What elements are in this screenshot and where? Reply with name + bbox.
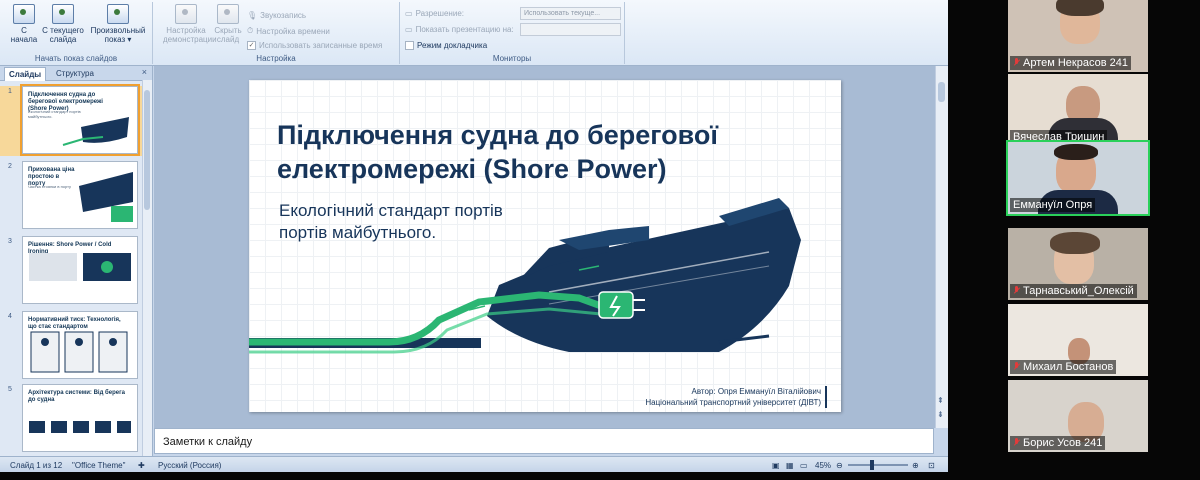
- resolution-select[interactable]: Использовать текуще...: [520, 7, 621, 20]
- setup-group-label: Настройка: [256, 54, 296, 63]
- monitor-icon: ▭: [405, 25, 413, 34]
- ribbon: С начала С текущего слайда Произвольный …: [0, 0, 948, 66]
- slide-thumbnail-5[interactable]: 5 Архітектура системи: Від берега до суд…: [0, 384, 142, 454]
- start-slideshow-group: С начала С текущего слайда Произвольный …: [0, 2, 153, 64]
- slide-sorter-icon[interactable]: ▦: [786, 461, 794, 470]
- participant-name: Артем Некрасов 241: [1010, 56, 1131, 70]
- monitors-group: ▭ Разрешение: Использовать текуще... ▭ Пок…: [400, 2, 625, 64]
- hide-slide-button[interactable]: Скрыть слайд: [211, 4, 245, 44]
- participant-tile-2[interactable]: Вячеслав Тришин: [1008, 74, 1148, 146]
- theme-name: "Office Theme": [72, 461, 126, 470]
- setup-icon: [175, 4, 197, 24]
- ship-thumb-graphic: [79, 172, 133, 222]
- slide-editor: Підключення судна до берегової електроме…: [154, 66, 948, 428]
- presenter-view-checkbox[interactable]: Режим докладчика: [405, 41, 487, 50]
- monitor-icon: ▭: [405, 9, 413, 18]
- thumbnails-scrollbar[interactable]: [142, 80, 152, 456]
- participant-tile-4[interactable]: Тарнавський_Олексій: [1008, 228, 1148, 300]
- ship-illustration: [249, 198, 801, 354]
- language-label[interactable]: Русский (Россия): [158, 461, 221, 470]
- zoom-level[interactable]: 45%: [815, 461, 831, 470]
- participant-name: Михаил Бостанов: [1010, 360, 1117, 374]
- from-start-button[interactable]: С начала: [8, 4, 40, 44]
- participant-tile-6[interactable]: Борис Усов 241: [1008, 380, 1148, 452]
- muted-mic-icon: [1013, 362, 1020, 371]
- spellcheck-icon[interactable]: ✚: [138, 461, 145, 470]
- hide-slide-icon: [217, 4, 239, 24]
- setup-group: Настройка демонстрации Скрыть слайд 🎙 Зву…: [153, 2, 400, 64]
- ship-thumb-graphic: [62, 117, 129, 146]
- thumbnail-image: Підключення судна до берегової електроме…: [20, 84, 140, 156]
- current-slide[interactable]: Підключення судна до берегової електроме…: [249, 80, 841, 412]
- custom-show-button[interactable]: Произвольный показ ▾: [88, 4, 148, 44]
- tab-slides[interactable]: Слайды: [4, 67, 47, 81]
- show-on-select[interactable]: [520, 23, 621, 36]
- custom-show-icon: [107, 4, 129, 24]
- close-icon[interactable]: ×: [142, 67, 147, 77]
- checkbox-icon: [405, 41, 414, 50]
- tab-outline[interactable]: Структура: [52, 67, 98, 80]
- rehearse-timings-option[interactable]: ⏱ Настройка времени: [247, 26, 330, 36]
- participant-hair: [1054, 144, 1098, 160]
- scrollbar-thumb[interactable]: [144, 90, 150, 210]
- use-timings-checkbox[interactable]: ✓ Использовать записанные время: [247, 41, 382, 50]
- thumbnail-image: Архітектура системи: Від берега до судна: [22, 384, 138, 452]
- projector-icon: [52, 4, 74, 24]
- participant-name: Тарнавський_Олексій: [1010, 284, 1137, 298]
- participant-hair: [1056, 0, 1104, 16]
- pane-tabs: Слайды Структура ×: [0, 66, 152, 81]
- participant-tile-3[interactable]: Еммануїл Опря: [1006, 140, 1150, 216]
- setup-show-button[interactable]: Настройка демонстрации: [163, 4, 217, 44]
- thumbnail-image: Рішення: Shore Power / Cold Ironing: [22, 236, 138, 304]
- resolution-label: ▭ Разрешение:: [405, 9, 464, 18]
- slide-thumbnail-1[interactable]: 1 Підключення судна до берегової електро…: [0, 84, 142, 156]
- checkbox-icon: ✓: [247, 41, 256, 50]
- zoom-slider[interactable]: [848, 460, 908, 470]
- show-on-label: ▭ Показать презентацию на:: [405, 25, 514, 34]
- notes-pane[interactable]: Заметки к слайду: [154, 428, 934, 454]
- muted-mic-icon: [1013, 58, 1020, 67]
- slides-pane: Слайды Структура × 1 Підключення судна д…: [0, 66, 153, 456]
- prev-slide-icon[interactable]: ⇞: [937, 396, 944, 405]
- fit-window-icon[interactable]: ⊡: [928, 461, 935, 470]
- zoom-out-icon[interactable]: ⊖: [836, 461, 843, 470]
- slide-scrollbar[interactable]: ⇞ ⇟: [935, 66, 948, 428]
- slide-counter: Слайд 1 из 12: [10, 461, 63, 470]
- participant-tile-1[interactable]: Артем Некрасов 241: [1008, 0, 1148, 72]
- participant-name: Еммануїл Опря: [1010, 198, 1096, 212]
- thumbnail-image: Нормативний тиск: Технологія, що стає ст…: [22, 311, 138, 379]
- slide-author-block: Автор: Опря Еммануїл Віталійович Націона…: [645, 386, 827, 408]
- slide-thumbnail-2[interactable]: 2 Прихована ціна простою в порту Частка …: [0, 161, 142, 231]
- next-slide-icon[interactable]: ⇟: [937, 410, 944, 419]
- zoom-in-icon[interactable]: ⊕: [912, 461, 919, 470]
- zoom-slider-thumb[interactable]: [870, 460, 874, 470]
- clock-icon: ⏱: [247, 26, 254, 35]
- columns-thumb-graphic: [30, 331, 128, 373]
- reading-view-icon[interactable]: ▭: [800, 461, 808, 470]
- powerpoint-window: С начала С текущего слайда Произвольный …: [0, 0, 948, 472]
- normal-view-icon[interactable]: ▣: [772, 461, 780, 470]
- comparison-thumb-graphic: [29, 253, 131, 281]
- participant-tile-5[interactable]: Михаил Бостанов: [1008, 304, 1148, 376]
- status-bar: Слайд 1 из 12 "Office Theme" ✚ Русский (…: [0, 456, 948, 472]
- thumbnail-image: Прихована ціна простою в порту Частка ст…: [22, 161, 138, 229]
- architecture-thumb-graphic: [29, 421, 131, 433]
- from-current-button[interactable]: С текущего слайда: [42, 4, 84, 44]
- scrollbar-thumb[interactable]: [938, 82, 945, 102]
- slide-thumbnail-3[interactable]: 3 Рішення: Shore Power / Cold Ironing: [0, 236, 142, 306]
- record-narration-option[interactable]: 🎙 Звукозапись: [247, 11, 306, 20]
- monitors-group-label: Мониторы: [492, 54, 532, 63]
- muted-mic-icon: [1013, 438, 1020, 447]
- slideshow-play-icon: [13, 4, 35, 24]
- participant-hair: [1050, 232, 1100, 254]
- microphone-icon: 🎙: [247, 11, 258, 20]
- slide-thumbnail-4[interactable]: 4 Нормативний тиск: Технологія, що стає …: [0, 311, 142, 381]
- participant-name: Борис Усов 241: [1010, 436, 1106, 450]
- muted-mic-icon: [1013, 286, 1020, 295]
- start-group-label: Начать показ слайдов: [34, 54, 118, 63]
